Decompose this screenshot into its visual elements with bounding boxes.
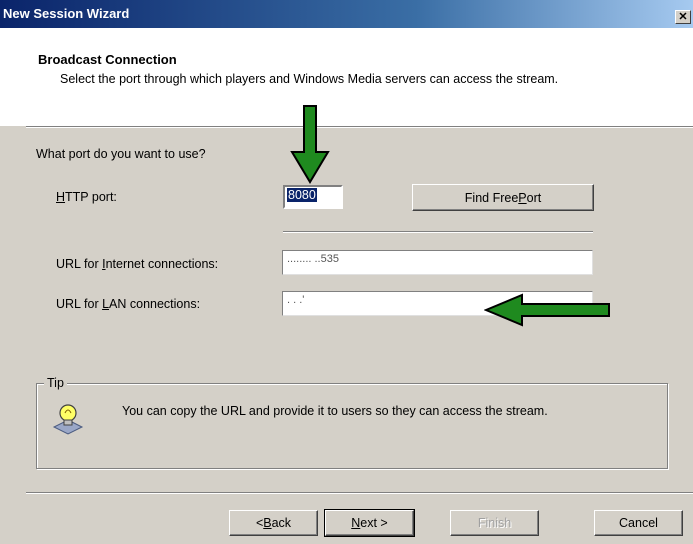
next-button[interactable]: Next > (324, 509, 415, 537)
close-button[interactable]: ✕ (675, 10, 691, 24)
back-button[interactable]: < Back (229, 510, 318, 536)
tip-text: You can copy the URL and provide it to u… (122, 404, 548, 418)
tip-group (36, 383, 668, 469)
http-port-value: 8080 (287, 188, 317, 202)
port-question: What port do you want to use? (36, 147, 206, 161)
find-free-port-button[interactable]: Find Free Port (412, 184, 594, 211)
title-bar: New Session Wizard ✕ (0, 0, 693, 28)
http-port-input[interactable]: 8080 (283, 185, 343, 209)
tip-legend: Tip (44, 376, 67, 390)
internet-url-label: URL for Internet connections: (56, 257, 219, 271)
header-panel: Broadcast Connection Select the port thr… (0, 28, 693, 126)
port-separator (283, 231, 593, 233)
lightbulb-icon (52, 404, 84, 435)
page-title: Broadcast Connection (38, 52, 177, 67)
cancel-button[interactable]: Cancel (594, 510, 683, 536)
window-title: New Session Wizard (3, 6, 130, 21)
footer-separator (26, 492, 693, 494)
header-separator (26, 126, 693, 128)
arrow-down-icon (290, 105, 330, 184)
arrow-left-icon (484, 293, 610, 327)
page-description: Select the port through which players an… (60, 72, 559, 86)
internet-url-field[interactable]: ........ ..535 (282, 250, 593, 275)
http-port-label: HTTP port: (56, 190, 117, 204)
lan-url-label: URL for LAN connections: (56, 297, 201, 311)
finish-button: Finish (450, 510, 539, 536)
